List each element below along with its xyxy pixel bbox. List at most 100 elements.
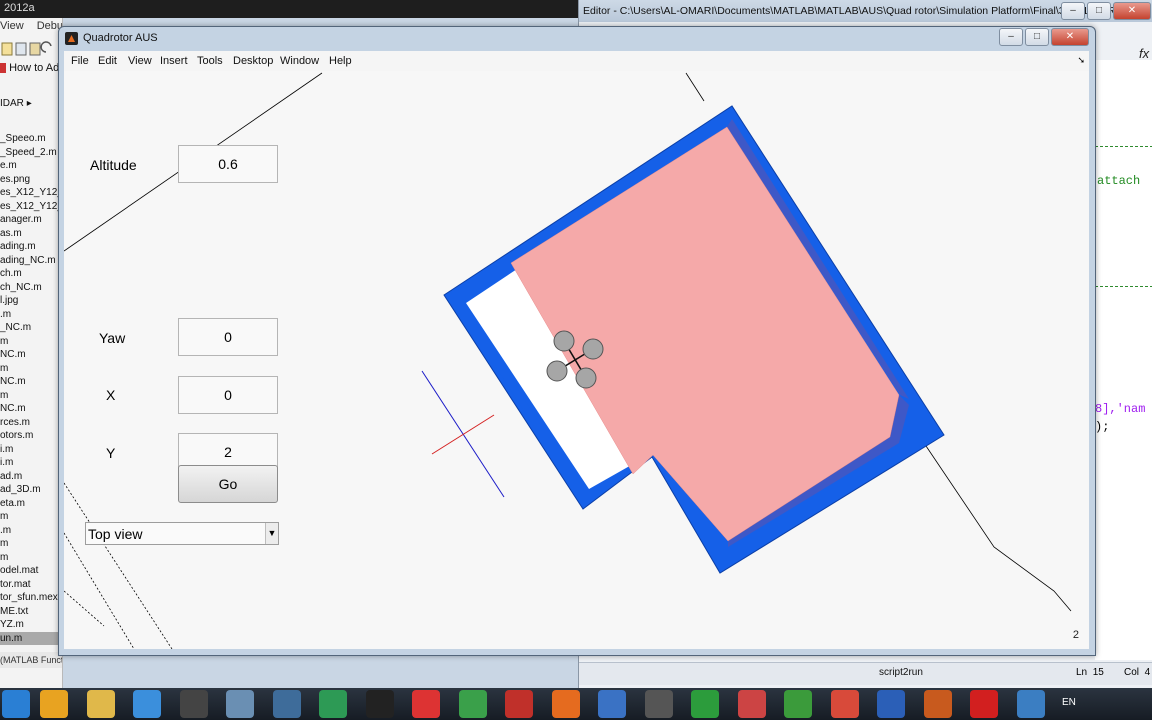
menu-view[interactable]: View xyxy=(128,55,152,67)
media-player-icon[interactable] xyxy=(40,690,68,718)
menu-edit[interactable]: Edit xyxy=(98,55,117,67)
file-list-item[interactable]: _Speeo.m xyxy=(0,132,62,146)
code-icon[interactable] xyxy=(319,690,347,718)
yaw-input[interactable]: 0 xyxy=(178,318,278,356)
file-list-item[interactable]: ading.m xyxy=(0,240,62,254)
cross-icon[interactable] xyxy=(737,690,766,718)
menu-tools[interactable]: Tools xyxy=(197,55,223,67)
view-select[interactable]: Top view ▼ xyxy=(85,522,279,545)
figure-titlebar[interactable]: Quadrotor AUS – □ ✕ xyxy=(59,27,1095,51)
file-list-item[interactable]: es_X12_Y12_Z xyxy=(0,186,62,200)
help-link[interactable]: How to Add xyxy=(0,62,62,74)
y-label: Y xyxy=(106,445,116,461)
paint-icon[interactable] xyxy=(598,690,626,718)
file-list-item[interactable]: NC.m xyxy=(0,375,62,389)
file-list-item[interactable]: otors.m xyxy=(0,429,62,443)
circuit-icon[interactable] xyxy=(365,690,394,718)
start-icon[interactable] xyxy=(2,690,30,718)
file-list-item[interactable]: m xyxy=(0,362,62,376)
file-list-item[interactable]: as.m xyxy=(0,227,62,241)
maximize-icon[interactable]: □ xyxy=(1025,28,1049,46)
file-list-item[interactable]: NC.m xyxy=(0,348,62,362)
matlab-icon[interactable] xyxy=(551,690,580,718)
menu-window[interactable]: Window xyxy=(280,55,319,67)
file-list-item[interactable]: i.m xyxy=(0,456,62,470)
minimize-icon[interactable]: – xyxy=(999,28,1023,46)
file-list-item[interactable]: ME.txt xyxy=(0,605,62,619)
chrome-icon[interactable] xyxy=(133,690,161,718)
close-icon[interactable]: ✕ xyxy=(1113,2,1151,20)
language-indicator[interactable]: EN xyxy=(1062,697,1076,708)
cell-divider xyxy=(1095,146,1152,147)
new-file-icon[interactable] xyxy=(1,42,13,56)
file-list-item[interactable]: ad.m xyxy=(0,470,62,484)
x-input[interactable]: 0 xyxy=(178,376,278,414)
file-list-item[interactable]: m xyxy=(0,551,62,565)
minimize-icon[interactable]: – xyxy=(1061,2,1085,20)
file-list-item[interactable]: .m xyxy=(0,308,62,322)
file-list-item[interactable]: ad_3D.m xyxy=(0,483,62,497)
chevron-down-icon[interactable]: ▼ xyxy=(265,523,278,544)
file-list-item[interactable]: m xyxy=(0,537,62,551)
folder-icon[interactable] xyxy=(86,690,115,718)
pdf-icon[interactable] xyxy=(970,690,998,718)
x-label: X xyxy=(106,387,116,403)
file-list-item[interactable]: ch.m xyxy=(0,267,62,281)
file-list-item[interactable]: NC.m xyxy=(0,402,62,416)
menu-insert[interactable]: Insert xyxy=(160,55,188,67)
file-list-item[interactable]: anager.m xyxy=(0,213,62,227)
menu-desktop[interactable]: Desktop xyxy=(233,55,273,67)
apps-icon[interactable] xyxy=(1016,690,1045,718)
file-list-item[interactable]: es.png xyxy=(0,173,62,187)
window-icon[interactable] xyxy=(272,690,301,718)
file-list-item[interactable]: l.jpg xyxy=(0,294,62,308)
file-list-item[interactable]: m xyxy=(0,335,62,349)
antivirus-icon[interactable] xyxy=(458,690,487,718)
taskbar: EN xyxy=(0,688,1152,720)
file-list-item[interactable]: ch_NC.m xyxy=(0,281,62,295)
file-list-item[interactable]: eta.m xyxy=(0,497,62,511)
copy-icon[interactable] xyxy=(15,42,27,56)
pen-icon[interactable] xyxy=(412,690,440,718)
editor-titlebar[interactable]: Editor - C:\Users\AL-OMARI\Documents\MAT… xyxy=(579,0,1152,22)
camera-icon[interactable] xyxy=(179,690,208,718)
spreadsheet-icon[interactable] xyxy=(691,690,719,718)
file-list-item[interactable]: un.m xyxy=(0,631,62,645)
tool-icon[interactable] xyxy=(226,690,254,718)
go-button[interactable]: Go xyxy=(178,465,278,503)
folder-path[interactable]: IDAR ▸ xyxy=(0,98,32,109)
file-list-item[interactable]: es_X12_Y12_Z xyxy=(0,200,62,214)
file-list-item[interactable]: m xyxy=(0,510,62,524)
file-list-item[interactable]: e.m xyxy=(0,159,62,173)
paste-icon[interactable] xyxy=(29,42,41,56)
udk-icon[interactable] xyxy=(644,690,673,718)
office-icon[interactable] xyxy=(923,690,952,718)
file-list-item[interactable]: YZ.m xyxy=(0,618,62,632)
maximize-icon[interactable]: □ xyxy=(1087,2,1111,20)
file-list-item[interactable]: _Speed_2.m xyxy=(0,146,62,160)
file-list-item[interactable]: odel.mat xyxy=(0,564,62,578)
file-list-item[interactable]: tor_sfun.mex xyxy=(0,591,62,605)
close-icon[interactable]: ✕ xyxy=(1051,28,1089,46)
download-icon[interactable] xyxy=(830,690,859,718)
file-list-item[interactable]: m xyxy=(0,389,62,403)
green-x-icon[interactable] xyxy=(784,690,812,718)
menu-file[interactable]: File xyxy=(71,55,89,67)
altitude-input[interactable]: 0.6 xyxy=(178,145,278,183)
file-list-item[interactable]: i.m xyxy=(0,443,62,457)
file-list-item[interactable]: tor.mat xyxy=(0,578,62,592)
file-list-item[interactable]: ading_NC.m xyxy=(0,254,62,268)
menu-help[interactable]: Help xyxy=(329,55,352,67)
grid-line xyxy=(923,442,1072,612)
app-icon[interactable] xyxy=(505,690,533,718)
word-icon[interactable] xyxy=(877,690,905,718)
menu-view[interactable]: View xyxy=(0,20,24,32)
file-list-item[interactable]: .m xyxy=(0,524,62,538)
file-list-item[interactable]: rces.m xyxy=(0,416,62,430)
figure-window: Quadrotor AUS – □ ✕ File Edit View Inser… xyxy=(58,26,1096,656)
file-list-item[interactable]: _NC.m xyxy=(0,321,62,335)
editor-code-area[interactable]: attach 8],'nam ); xyxy=(1095,60,1152,660)
undo-icon[interactable] xyxy=(40,41,52,53)
matlab-menubar: View Debug xyxy=(0,20,62,38)
dock-arrow-icon[interactable]: ➘ xyxy=(1077,55,1085,66)
